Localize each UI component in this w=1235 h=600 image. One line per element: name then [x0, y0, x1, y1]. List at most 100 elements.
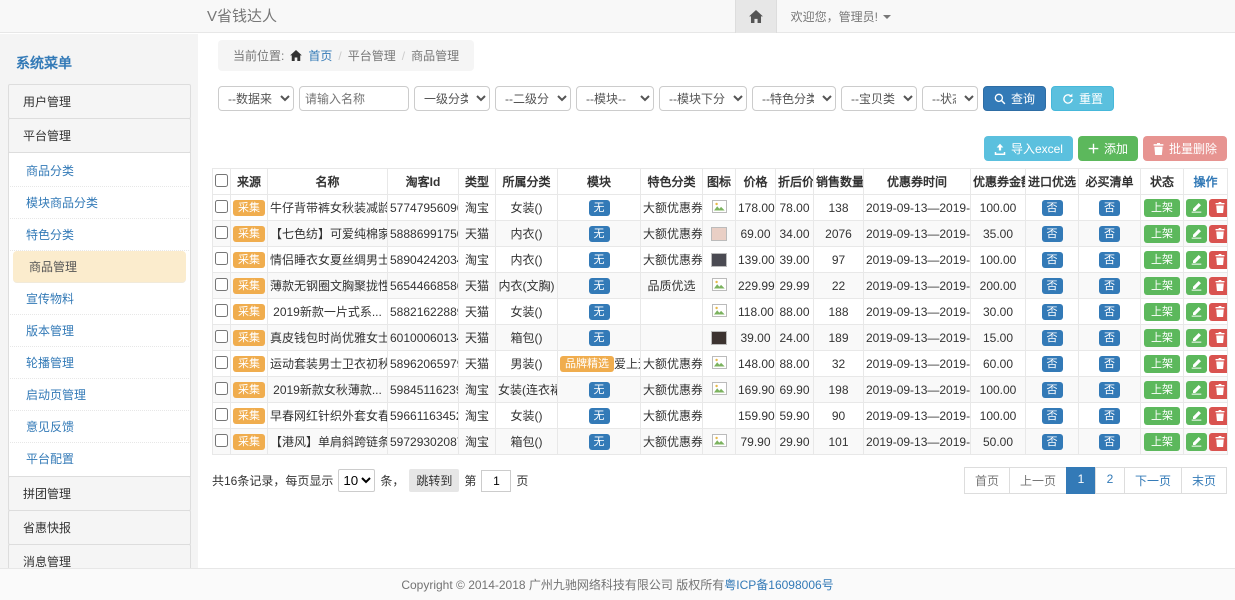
status-button[interactable]: 上架	[1144, 199, 1180, 217]
edit-button[interactable]	[1186, 277, 1207, 295]
row-checkbox[interactable]	[215, 226, 228, 239]
import-select-toggle[interactable]: 否	[1042, 200, 1063, 216]
filter-select-4[interactable]: --模块--	[576, 86, 654, 111]
edit-button[interactable]	[1186, 381, 1207, 399]
filter-select-3[interactable]: --二级分类--	[495, 86, 571, 111]
delete-button[interactable]	[1209, 225, 1228, 243]
edit-button[interactable]	[1186, 407, 1207, 425]
module-badge[interactable]: 无	[589, 408, 610, 424]
row-checkbox[interactable]	[215, 408, 228, 421]
status-button[interactable]: 上架	[1144, 303, 1180, 321]
row-checkbox[interactable]	[215, 200, 228, 213]
sidebar-section-5[interactable]: 消息管理	[8, 544, 191, 568]
status-button[interactable]: 上架	[1144, 225, 1180, 243]
row-checkbox[interactable]	[215, 278, 228, 291]
filter-select-7[interactable]: --宝贝类型--	[841, 86, 917, 111]
import-select-toggle[interactable]: 否	[1042, 226, 1063, 242]
delete-button[interactable]	[1209, 199, 1228, 217]
home-button[interactable]	[735, 0, 777, 33]
icp-link[interactable]: 粤ICP备16098006号	[724, 578, 833, 592]
sidebar-item[interactable]: 宣传物料	[10, 283, 189, 315]
must-buy-toggle[interactable]: 否	[1099, 382, 1120, 398]
edit-button[interactable]	[1186, 329, 1207, 347]
batch-delete-button[interactable]: 批量删除	[1143, 136, 1227, 161]
row-checkbox[interactable]	[215, 330, 228, 343]
edit-button[interactable]	[1186, 433, 1207, 451]
pager-button[interactable]: 1	[1066, 467, 1096, 494]
edit-button[interactable]	[1186, 199, 1207, 217]
row-checkbox[interactable]	[215, 382, 228, 395]
sidebar-section-2[interactable]: 平台管理	[8, 118, 191, 153]
import-select-toggle[interactable]: 否	[1042, 382, 1063, 398]
delete-button[interactable]	[1209, 277, 1228, 295]
per-page-select[interactable]: 10	[338, 469, 375, 492]
status-button[interactable]: 上架	[1144, 329, 1180, 347]
module-badge[interactable]: 无	[589, 200, 610, 216]
import-select-toggle[interactable]: 否	[1042, 408, 1063, 424]
reset-button[interactable]: 重置	[1051, 86, 1114, 111]
edit-button[interactable]	[1186, 303, 1207, 321]
must-buy-toggle[interactable]: 否	[1099, 278, 1120, 294]
user-menu[interactable]: 欢迎您，管理员!	[777, 0, 905, 33]
sidebar-item[interactable]: 平台配置	[10, 443, 189, 474]
delete-button[interactable]	[1209, 303, 1228, 321]
must-buy-toggle[interactable]: 否	[1099, 304, 1120, 320]
delete-button[interactable]	[1209, 407, 1228, 425]
pager-button[interactable]: 2	[1095, 467, 1125, 494]
delete-button[interactable]	[1209, 355, 1228, 373]
must-buy-toggle[interactable]: 否	[1099, 434, 1120, 450]
pager-button[interactable]: 下一页	[1124, 467, 1182, 494]
row-checkbox[interactable]	[215, 252, 228, 265]
delete-button[interactable]	[1209, 381, 1228, 399]
sidebar-section-4[interactable]: 省惠快报	[8, 510, 191, 545]
delete-button[interactable]	[1209, 433, 1228, 451]
import-select-toggle[interactable]: 否	[1042, 330, 1063, 346]
filter-select-8[interactable]: --状态--	[922, 86, 978, 111]
must-buy-toggle[interactable]: 否	[1099, 252, 1120, 268]
filter-select-1[interactable]: --数据来源--	[218, 86, 294, 111]
sidebar-item[interactable]: 商品管理	[13, 251, 186, 283]
filter-select-5[interactable]: --模块下分类--	[659, 86, 747, 111]
sidebar-section-3[interactable]: 拼团管理	[8, 476, 191, 511]
edit-button[interactable]	[1186, 355, 1207, 373]
sidebar-item[interactable]: 特色分类	[10, 219, 189, 251]
row-checkbox[interactable]	[215, 434, 228, 447]
name-search-input[interactable]	[299, 86, 409, 111]
status-button[interactable]: 上架	[1144, 251, 1180, 269]
import-select-toggle[interactable]: 否	[1042, 434, 1063, 450]
page-number-input[interactable]	[481, 470, 511, 492]
status-button[interactable]: 上架	[1144, 355, 1180, 373]
module-badge[interactable]: 无	[589, 382, 610, 398]
import-select-toggle[interactable]: 否	[1042, 278, 1063, 294]
sidebar-item[interactable]: 轮播管理	[10, 347, 189, 379]
sidebar-item[interactable]: 版本管理	[10, 315, 189, 347]
delete-button[interactable]	[1209, 329, 1228, 347]
sidebar-item[interactable]: 意见反馈	[10, 411, 189, 443]
add-button[interactable]: 添加	[1078, 136, 1138, 161]
breadcrumb-home-link[interactable]: 首页	[308, 47, 332, 64]
module-badge[interactable]: 无	[589, 278, 610, 294]
module-badge[interactable]: 无	[589, 304, 610, 320]
module-badge[interactable]: 无	[589, 252, 610, 268]
module-badge[interactable]: 品牌精选	[560, 356, 614, 372]
edit-button[interactable]	[1186, 251, 1207, 269]
must-buy-toggle[interactable]: 否	[1099, 226, 1120, 242]
edit-button[interactable]	[1186, 225, 1207, 243]
status-button[interactable]: 上架	[1144, 381, 1180, 399]
pager-button[interactable]: 末页	[1181, 467, 1227, 494]
status-button[interactable]: 上架	[1144, 433, 1180, 451]
select-all-checkbox[interactable]	[215, 174, 228, 187]
module-badge[interactable]: 无	[589, 434, 610, 450]
sidebar-item[interactable]: 启动页管理	[10, 379, 189, 411]
import-select-toggle[interactable]: 否	[1042, 304, 1063, 320]
import-excel-button[interactable]: 导入excel	[984, 136, 1073, 161]
filter-select-2[interactable]: 一级分类	[414, 86, 490, 111]
delete-button[interactable]	[1209, 251, 1228, 269]
sidebar-item[interactable]: 模块商品分类	[10, 187, 189, 219]
import-select-toggle[interactable]: 否	[1042, 252, 1063, 268]
row-checkbox[interactable]	[215, 356, 228, 369]
row-checkbox[interactable]	[215, 304, 228, 317]
status-button[interactable]: 上架	[1144, 407, 1180, 425]
must-buy-toggle[interactable]: 否	[1099, 200, 1120, 216]
status-button[interactable]: 上架	[1144, 277, 1180, 295]
